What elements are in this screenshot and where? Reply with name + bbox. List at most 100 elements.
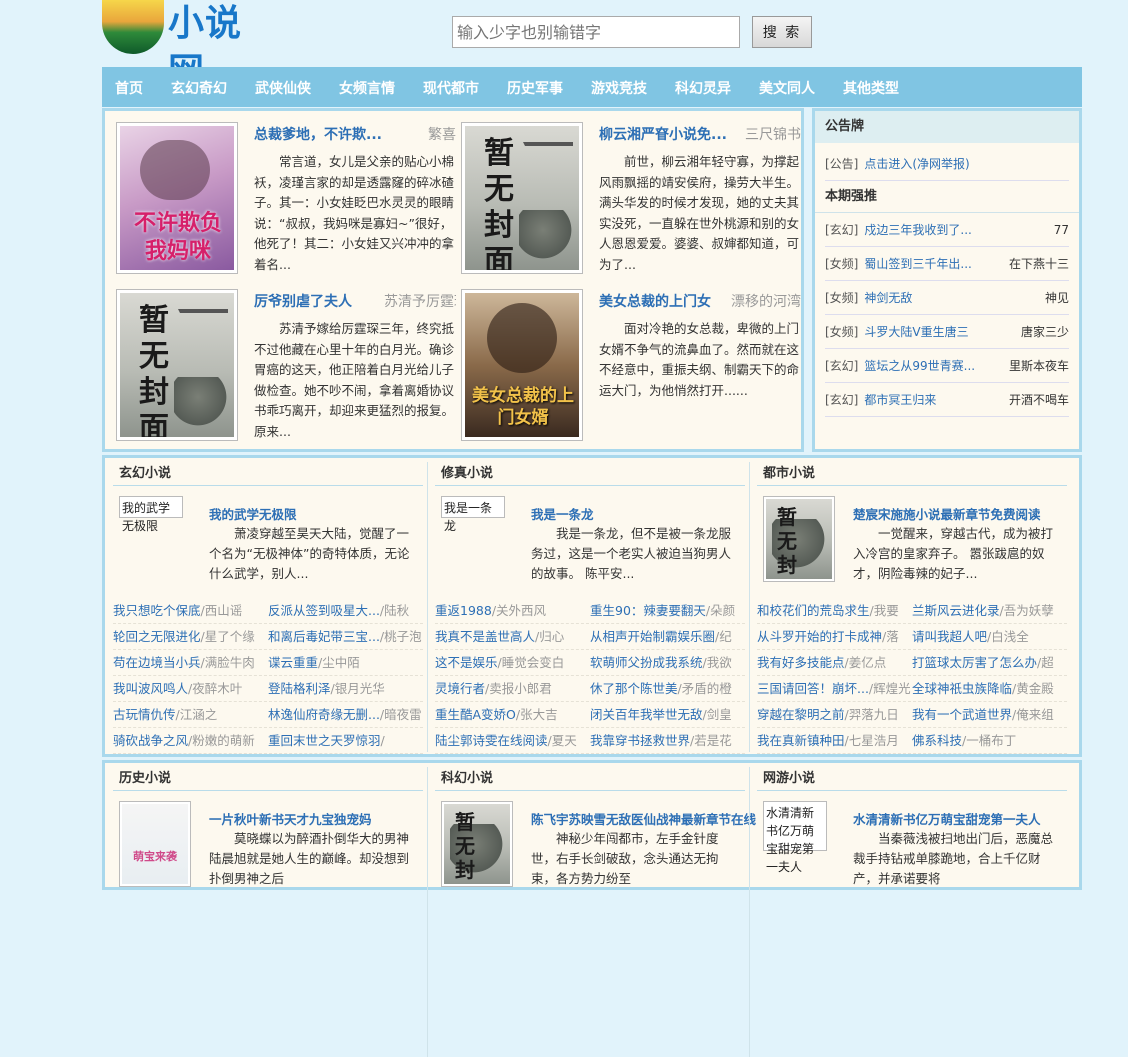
- notice-item[interactable]: [公告] 点击进入(净网举报): [825, 147, 1069, 181]
- list-item-author[interactable]: 白浅全: [991, 629, 1029, 644]
- list-item-author[interactable]: 超: [1041, 655, 1054, 670]
- top-book-title[interactable]: 我是一条龙: [531, 504, 594, 523]
- list-item[interactable]: 轮回之无限进化/星了个缘: [113, 624, 268, 649]
- list-item-author[interactable]: 黄金殿: [1016, 681, 1054, 696]
- list-item[interactable]: 我有好多技能点/姜亿点: [757, 650, 912, 675]
- featured-item[interactable]: 美女总裁的上门女婿 美女总裁的上门女 漂移的河湾 面对冷艳的女总裁，卑微的上门女…: [461, 289, 801, 445]
- list-item-title[interactable]: 兰斯风云进化录: [912, 603, 1000, 618]
- list-item[interactable]: 苟在边境当小兵/满脸牛肉: [113, 650, 268, 675]
- top-book-title[interactable]: 陈飞宇苏映雪无敌医仙战神最新章节在线: [531, 809, 756, 828]
- list-item-title[interactable]: 软萌师父扮成我系统: [590, 655, 703, 670]
- search-input[interactable]: [452, 16, 740, 48]
- list-item[interactable]: 从斗罗开始的打卡成神/落: [757, 624, 912, 649]
- book-author[interactable]: 漂移的河湾: [729, 291, 801, 311]
- list-item-author[interactable]: 陆秋: [384, 603, 409, 618]
- list-item-author[interactable]: 七星浩月: [849, 733, 899, 748]
- list-item-title[interactable]: 陆尘郭诗雯在线阅读: [435, 733, 548, 748]
- list-item-author[interactable]: 星了个缘: [205, 629, 255, 644]
- list-item-title[interactable]: 我在真新镇种田: [757, 733, 845, 748]
- search-button[interactable]: 搜 索: [752, 16, 812, 48]
- rank-item[interactable]: [玄幻] 戍边三年我收到了... 77: [825, 213, 1069, 247]
- rank-title[interactable]: 篮坛之从99世青赛...: [864, 359, 975, 373]
- list-item-author[interactable]: 俺来组: [1016, 707, 1054, 722]
- list-item[interactable]: 重生90：辣妻要翻天/朵颜: [590, 598, 745, 623]
- list-item-author[interactable]: 夏天: [552, 733, 577, 748]
- list-item[interactable]: 休了那个陈世美/矛盾的橙: [590, 676, 745, 701]
- rank-item[interactable]: [女频] 神剑无敌 神见: [825, 281, 1069, 315]
- list-item[interactable]: 和离后毒妃带三宝.../桃子泡: [268, 624, 423, 649]
- book-author[interactable]: 三尺锦书: [729, 124, 801, 144]
- list-item-author[interactable]: 西山谣: [205, 603, 243, 618]
- book-cover[interactable]: 萌宝来袭: [119, 801, 191, 887]
- list-item-title[interactable]: 苟在边境当小兵: [113, 655, 201, 670]
- list-item-author[interactable]: 羿落九日: [849, 707, 899, 722]
- book-title[interactable]: 美女总裁的上门女: [599, 291, 729, 311]
- book-title[interactable]: 总裁爹地，不许欺...: [254, 124, 384, 144]
- list-item-author[interactable]: 卖报小郎君: [489, 681, 552, 696]
- featured-item[interactable]: 暂无封面 柳云湘严眘小说免... 三尺锦书 前世，柳云湘年轻守寡，为撑起风雨飘摇…: [461, 122, 801, 278]
- list-item-title[interactable]: 穿越在黎明之前: [757, 707, 845, 722]
- rank-title[interactable]: 戍边三年我收到了...: [864, 223, 971, 237]
- list-item-author[interactable]: 辉煌光: [873, 681, 911, 696]
- list-item[interactable]: 三国请回答！崩坏.../辉煌光: [757, 676, 912, 701]
- nav-youxi[interactable]: 游戏竞技: [591, 67, 647, 107]
- list-item-author[interactable]: 睡觉会变白: [502, 655, 565, 670]
- list-item-title[interactable]: 我叫波风鸣人: [113, 681, 188, 696]
- list-item[interactable]: 古玩情仇传/江涵之: [113, 702, 268, 727]
- list-item-title[interactable]: 骑砍战争之风: [113, 733, 188, 748]
- list-item-title[interactable]: 轮回之无限进化: [113, 629, 201, 644]
- list-item-author[interactable]: 姜亿点: [849, 655, 887, 670]
- list-item-author[interactable]: 纪: [719, 629, 732, 644]
- featured-item[interactable]: 暂无封面 厉爷别虐了夫人 苏清予厉霆琛 苏清予嫁给厉霆琛三年，终究抵不过他藏在心…: [116, 289, 456, 445]
- list-item-title[interactable]: 请叫我超人吧: [912, 629, 987, 644]
- list-item-author[interactable]: 夜醉木叶: [192, 681, 242, 696]
- list-item-author[interactable]: 朵颜: [710, 603, 735, 618]
- book-cover[interactable]: 我的武学无极限: [119, 496, 183, 533]
- book-cover[interactable]: 暂无封面: [441, 801, 513, 887]
- list-item[interactable]: 闭关百年我举世无敌/剑皇: [590, 702, 745, 727]
- top-book-title[interactable]: 我的武学无极限: [209, 504, 297, 523]
- featured-item[interactable]: 不许欺负我妈咪 总裁爹地，不许欺... 繁喜 常言道，女儿是父亲的贴心小棉袄，凌…: [116, 122, 456, 278]
- list-item-author[interactable]: 江涵之: [180, 707, 218, 722]
- list-item[interactable]: 谍云重重/尘中陌: [268, 650, 423, 675]
- list-item-title[interactable]: 登陆格利泽: [268, 681, 331, 696]
- list-item-title[interactable]: 休了那个陈世美: [590, 681, 678, 696]
- list-item-author[interactable]: 落: [886, 629, 899, 644]
- list-item-title[interactable]: 林逸仙府奇缘无删...: [268, 707, 380, 722]
- rank-title[interactable]: 斗罗大陆V重生唐三: [864, 325, 968, 339]
- list-item[interactable]: 林逸仙府奇缘无删.../暗夜雷: [268, 702, 423, 727]
- nav-home[interactable]: 首页: [115, 67, 143, 107]
- list-item-author[interactable]: 我要: [874, 603, 899, 618]
- list-item-author[interactable]: 粉嫩的萌新: [192, 733, 255, 748]
- list-item[interactable]: 穿越在黎明之前/羿落九日: [757, 702, 912, 727]
- list-item[interactable]: 陆尘郭诗雯在线阅读/夏天: [435, 728, 590, 753]
- list-item-title[interactable]: 我只想吃个保底: [113, 603, 201, 618]
- list-item[interactable]: 我在真新镇种田/七星浩月: [757, 728, 912, 753]
- list-item-title[interactable]: 三国请回答！崩坏...: [757, 681, 869, 696]
- list-item-title[interactable]: 全球神祇虫族降临: [912, 681, 1012, 696]
- list-item[interactable]: 软萌师父扮成我系统/我欲: [590, 650, 745, 675]
- list-item-author[interactable]: 银月光华: [335, 681, 385, 696]
- book-cover[interactable]: 暂无封面: [763, 496, 835, 582]
- nav-wuxia[interactable]: 武侠仙侠: [255, 67, 311, 107]
- book-cover[interactable]: 水清清新书亿万萌宝甜宠第一夫人: [763, 801, 827, 874]
- list-item[interactable]: 重返1988/关外西风: [435, 598, 590, 623]
- book-cover[interactable]: 暂无封面: [461, 122, 583, 274]
- nav-nvpin[interactable]: 女频言情: [339, 67, 395, 107]
- list-item-title[interactable]: 重回末世之天罗惊羽: [268, 733, 381, 748]
- list-item[interactable]: 兰斯风云进化录/吾为妖孽: [912, 598, 1067, 623]
- list-item-author[interactable]: 剑皇: [707, 707, 732, 722]
- list-item-author[interactable]: 尘中陌: [322, 655, 360, 670]
- book-cover[interactable]: 不许欺负我妈咪: [116, 122, 238, 274]
- list-item[interactable]: 灵境行者/卖报小郎君: [435, 676, 590, 701]
- list-item-title[interactable]: 这不是娱乐: [435, 655, 498, 670]
- list-item-title[interactable]: 打篮球太厉害了怎么办: [912, 655, 1037, 670]
- list-item-author[interactable]: 满脸牛肉: [205, 655, 255, 670]
- rank-title[interactable]: 神剑无敌: [864, 291, 912, 305]
- list-item[interactable]: 请叫我超人吧/白浅全: [912, 624, 1067, 649]
- list-item[interactable]: 全球神祇虫族降临/黄金殿: [912, 676, 1067, 701]
- list-item-title[interactable]: 谍云重重: [268, 655, 318, 670]
- list-item-title[interactable]: 重生酷A变娇O: [435, 707, 516, 722]
- rank-title[interactable]: 都市冥王归来: [864, 393, 936, 407]
- book-author[interactable]: 繁喜: [384, 124, 456, 144]
